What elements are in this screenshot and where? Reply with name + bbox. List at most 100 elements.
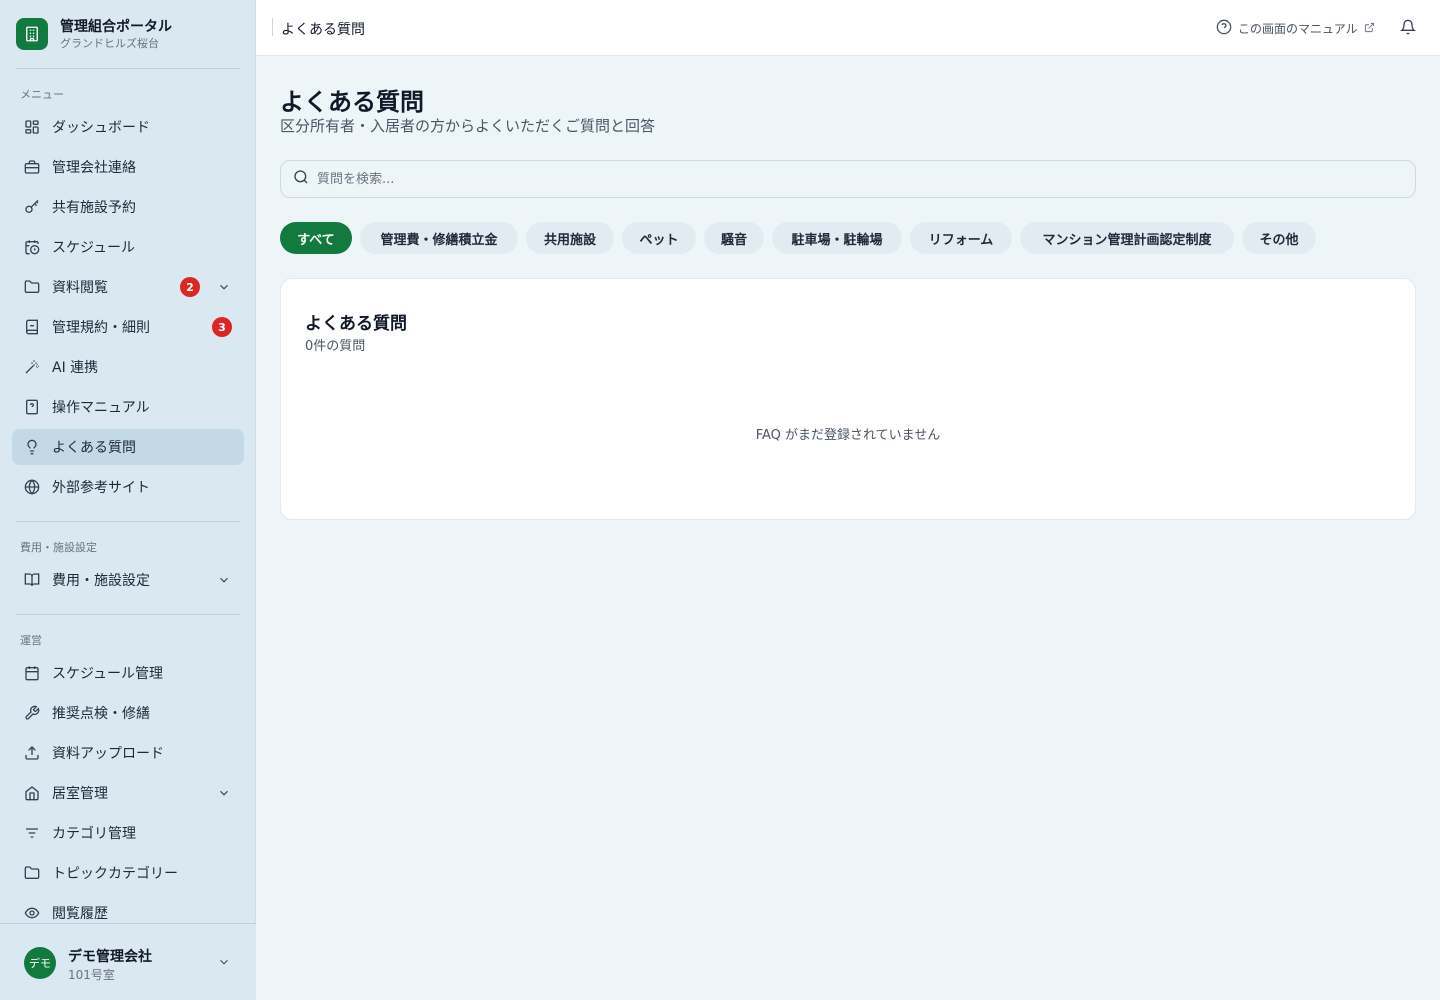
chevron-down-icon[interactable] (217, 786, 231, 800)
filter-icon (24, 825, 40, 841)
unread-badge: 2 (180, 277, 200, 297)
globe-icon (24, 479, 40, 495)
sidebar-item-label: スケジュール管理 (52, 666, 164, 682)
folder-icon (24, 279, 40, 295)
sidebar-item-label: AI 連携 (52, 360, 99, 376)
faq-card: よくある質問 0件の質問 FAQ がまだ登録されていません (280, 278, 1416, 520)
sidebar-divider (16, 614, 240, 615)
sidebar-item-rooms[interactable]: 居室管理 (12, 775, 244, 811)
sidebar-item-label: カテゴリ管理 (52, 826, 136, 842)
search-box (280, 160, 1416, 198)
briefcase-icon (24, 159, 40, 175)
sidebar-item-ai[interactable]: AI 連携 (12, 349, 244, 385)
sidebar: 管理組合ポータル グランドヒルズ桜台 メニュー ダッシュボード 管理会社連絡 共… (0, 0, 256, 1000)
section-label-ops: 運営 (20, 634, 42, 647)
category-pill-noise[interactable]: 騒音 (704, 222, 764, 254)
eye-icon (24, 905, 40, 921)
sidebar-item-rules[interactable]: 管理規約・細則 3 (12, 309, 244, 345)
sidebar-item-label: 管理会社連絡 (52, 160, 136, 176)
topbar-title: よくある質問 (281, 22, 365, 38)
section-label-menu: メニュー (20, 88, 64, 101)
sidebar-item-label: 共有施設予約 (52, 200, 136, 216)
wrench-icon (24, 705, 40, 721)
screen-manual-label: この画面のマニュアル (1238, 22, 1358, 36)
chevron-down-icon[interactable] (217, 573, 231, 587)
sidebar-item-topic-categories[interactable]: トピックカテゴリー (12, 855, 244, 891)
upload-icon (24, 745, 40, 761)
page-title: よくある質問 (280, 88, 424, 116)
folder-icon (24, 865, 40, 881)
sidebar-item-label: トピックカテゴリー (52, 866, 178, 882)
sidebar-item-documents[interactable]: 資料閲覧 2 (12, 269, 244, 305)
home-icon (24, 785, 40, 801)
bell-icon[interactable] (1399, 19, 1417, 35)
user-room: 101号室 (68, 968, 115, 982)
faq-count: 0件の質問 (305, 339, 366, 354)
sidebar-item-reservation[interactable]: 共有施設予約 (12, 189, 244, 225)
sidebar-divider (16, 521, 240, 522)
help-circle-icon (1216, 19, 1232, 38)
sidebar-item-faq[interactable]: よくある質問 (12, 429, 244, 465)
sidebar-item-label: よくある質問 (52, 440, 136, 456)
sparkle-wand-icon (24, 359, 40, 375)
brand-subtitle: グランドヒルズ桜台 (60, 36, 159, 50)
unread-badge: 3 (212, 317, 232, 337)
section-label-cost: 費用・施設設定 (20, 541, 97, 554)
sidebar-item-schedule-admin[interactable]: スケジュール管理 (12, 655, 244, 691)
sidebar-item-label: 資料閲覧 (52, 280, 108, 296)
book-icon (24, 319, 40, 335)
brand-title: 管理組合ポータル (60, 18, 172, 35)
calendar-icon (24, 665, 40, 681)
user-menu[interactable]: デモ デモ管理会社 101号室 (0, 923, 256, 1000)
sidebar-item-label: スケジュール (52, 240, 136, 256)
category-pill-fees[interactable]: 管理費・修繕積立金 (360, 222, 518, 254)
page-subtitle: 区分所有者・入居者の方からよくいただくご質問と回答 (280, 117, 656, 135)
key-icon (24, 199, 40, 215)
sidebar-item-label: ダッシュボード (52, 120, 150, 136)
sidebar-item-label: 居室管理 (52, 786, 108, 802)
dashboard-icon (24, 119, 40, 135)
sidebar-item-schedule[interactable]: スケジュール (12, 229, 244, 265)
sidebar-item-label: 費用・施設設定 (52, 573, 150, 589)
chevron-down-icon[interactable] (217, 955, 231, 969)
open-book-icon (24, 572, 40, 588)
sidebar-divider (16, 68, 240, 69)
category-pill-facilities[interactable]: 共用施設 (526, 222, 614, 254)
avatar: デモ (24, 947, 56, 979)
category-pill-reform[interactable]: リフォーム (910, 222, 1012, 254)
topbar: よくある質問 この画面のマニュアル (256, 0, 1440, 56)
category-pill-all[interactable]: すべて (280, 222, 352, 254)
sidebar-item-label: 外部参考サイト (52, 480, 150, 496)
external-link-icon (1364, 22, 1375, 36)
manual-icon (24, 399, 40, 415)
category-pill-parking[interactable]: 駐車場・駐輪場 (772, 222, 902, 254)
empty-state-message: FAQ がまだ登録されていません (755, 428, 941, 443)
search-input[interactable] (317, 171, 1397, 187)
sidebar-item-label: 閲覧履歴 (52, 906, 108, 922)
sidebar-item-upload[interactable]: 資料アップロード (12, 735, 244, 771)
sidebar-item-cost-settings[interactable]: 費用・施設設定 (12, 562, 244, 598)
topbar-separator (272, 18, 273, 36)
sidebar-item-manual[interactable]: 操作マニュアル (12, 389, 244, 425)
search-icon (293, 169, 309, 189)
sidebar-item-contact[interactable]: 管理会社連絡 (12, 149, 244, 185)
sidebar-item-external[interactable]: 外部参考サイト (12, 469, 244, 505)
sidebar-item-categories[interactable]: カテゴリ管理 (12, 815, 244, 851)
sidebar-item-dashboard[interactable]: ダッシュボード (12, 109, 244, 145)
calendar-clock-icon (24, 239, 40, 255)
category-pill-other[interactable]: その他 (1242, 222, 1316, 254)
sidebar-item-label: 管理規約・細則 (52, 320, 150, 336)
building-icon (16, 18, 48, 50)
screen-manual-link[interactable]: この画面のマニュアル (1216, 19, 1375, 38)
chevron-down-icon[interactable] (217, 280, 231, 294)
sidebar-item-label: 推奨点検・修繕 (52, 706, 150, 722)
brand[interactable]: 管理組合ポータル グランドヒルズ桜台 (16, 14, 172, 54)
category-pill-certification[interactable]: マンション管理計画認定制度 (1020, 222, 1234, 254)
sidebar-item-inspection[interactable]: 推奨点検・修繕 (12, 695, 244, 731)
lightbulb-icon (24, 439, 40, 455)
sidebar-item-label: 操作マニュアル (52, 400, 150, 416)
faq-card-title: よくある質問 (305, 314, 407, 334)
category-pill-pets[interactable]: ペット (622, 222, 696, 254)
user-name: デモ管理会社 (68, 949, 152, 965)
sidebar-item-label: 資料アップロード (52, 746, 164, 762)
